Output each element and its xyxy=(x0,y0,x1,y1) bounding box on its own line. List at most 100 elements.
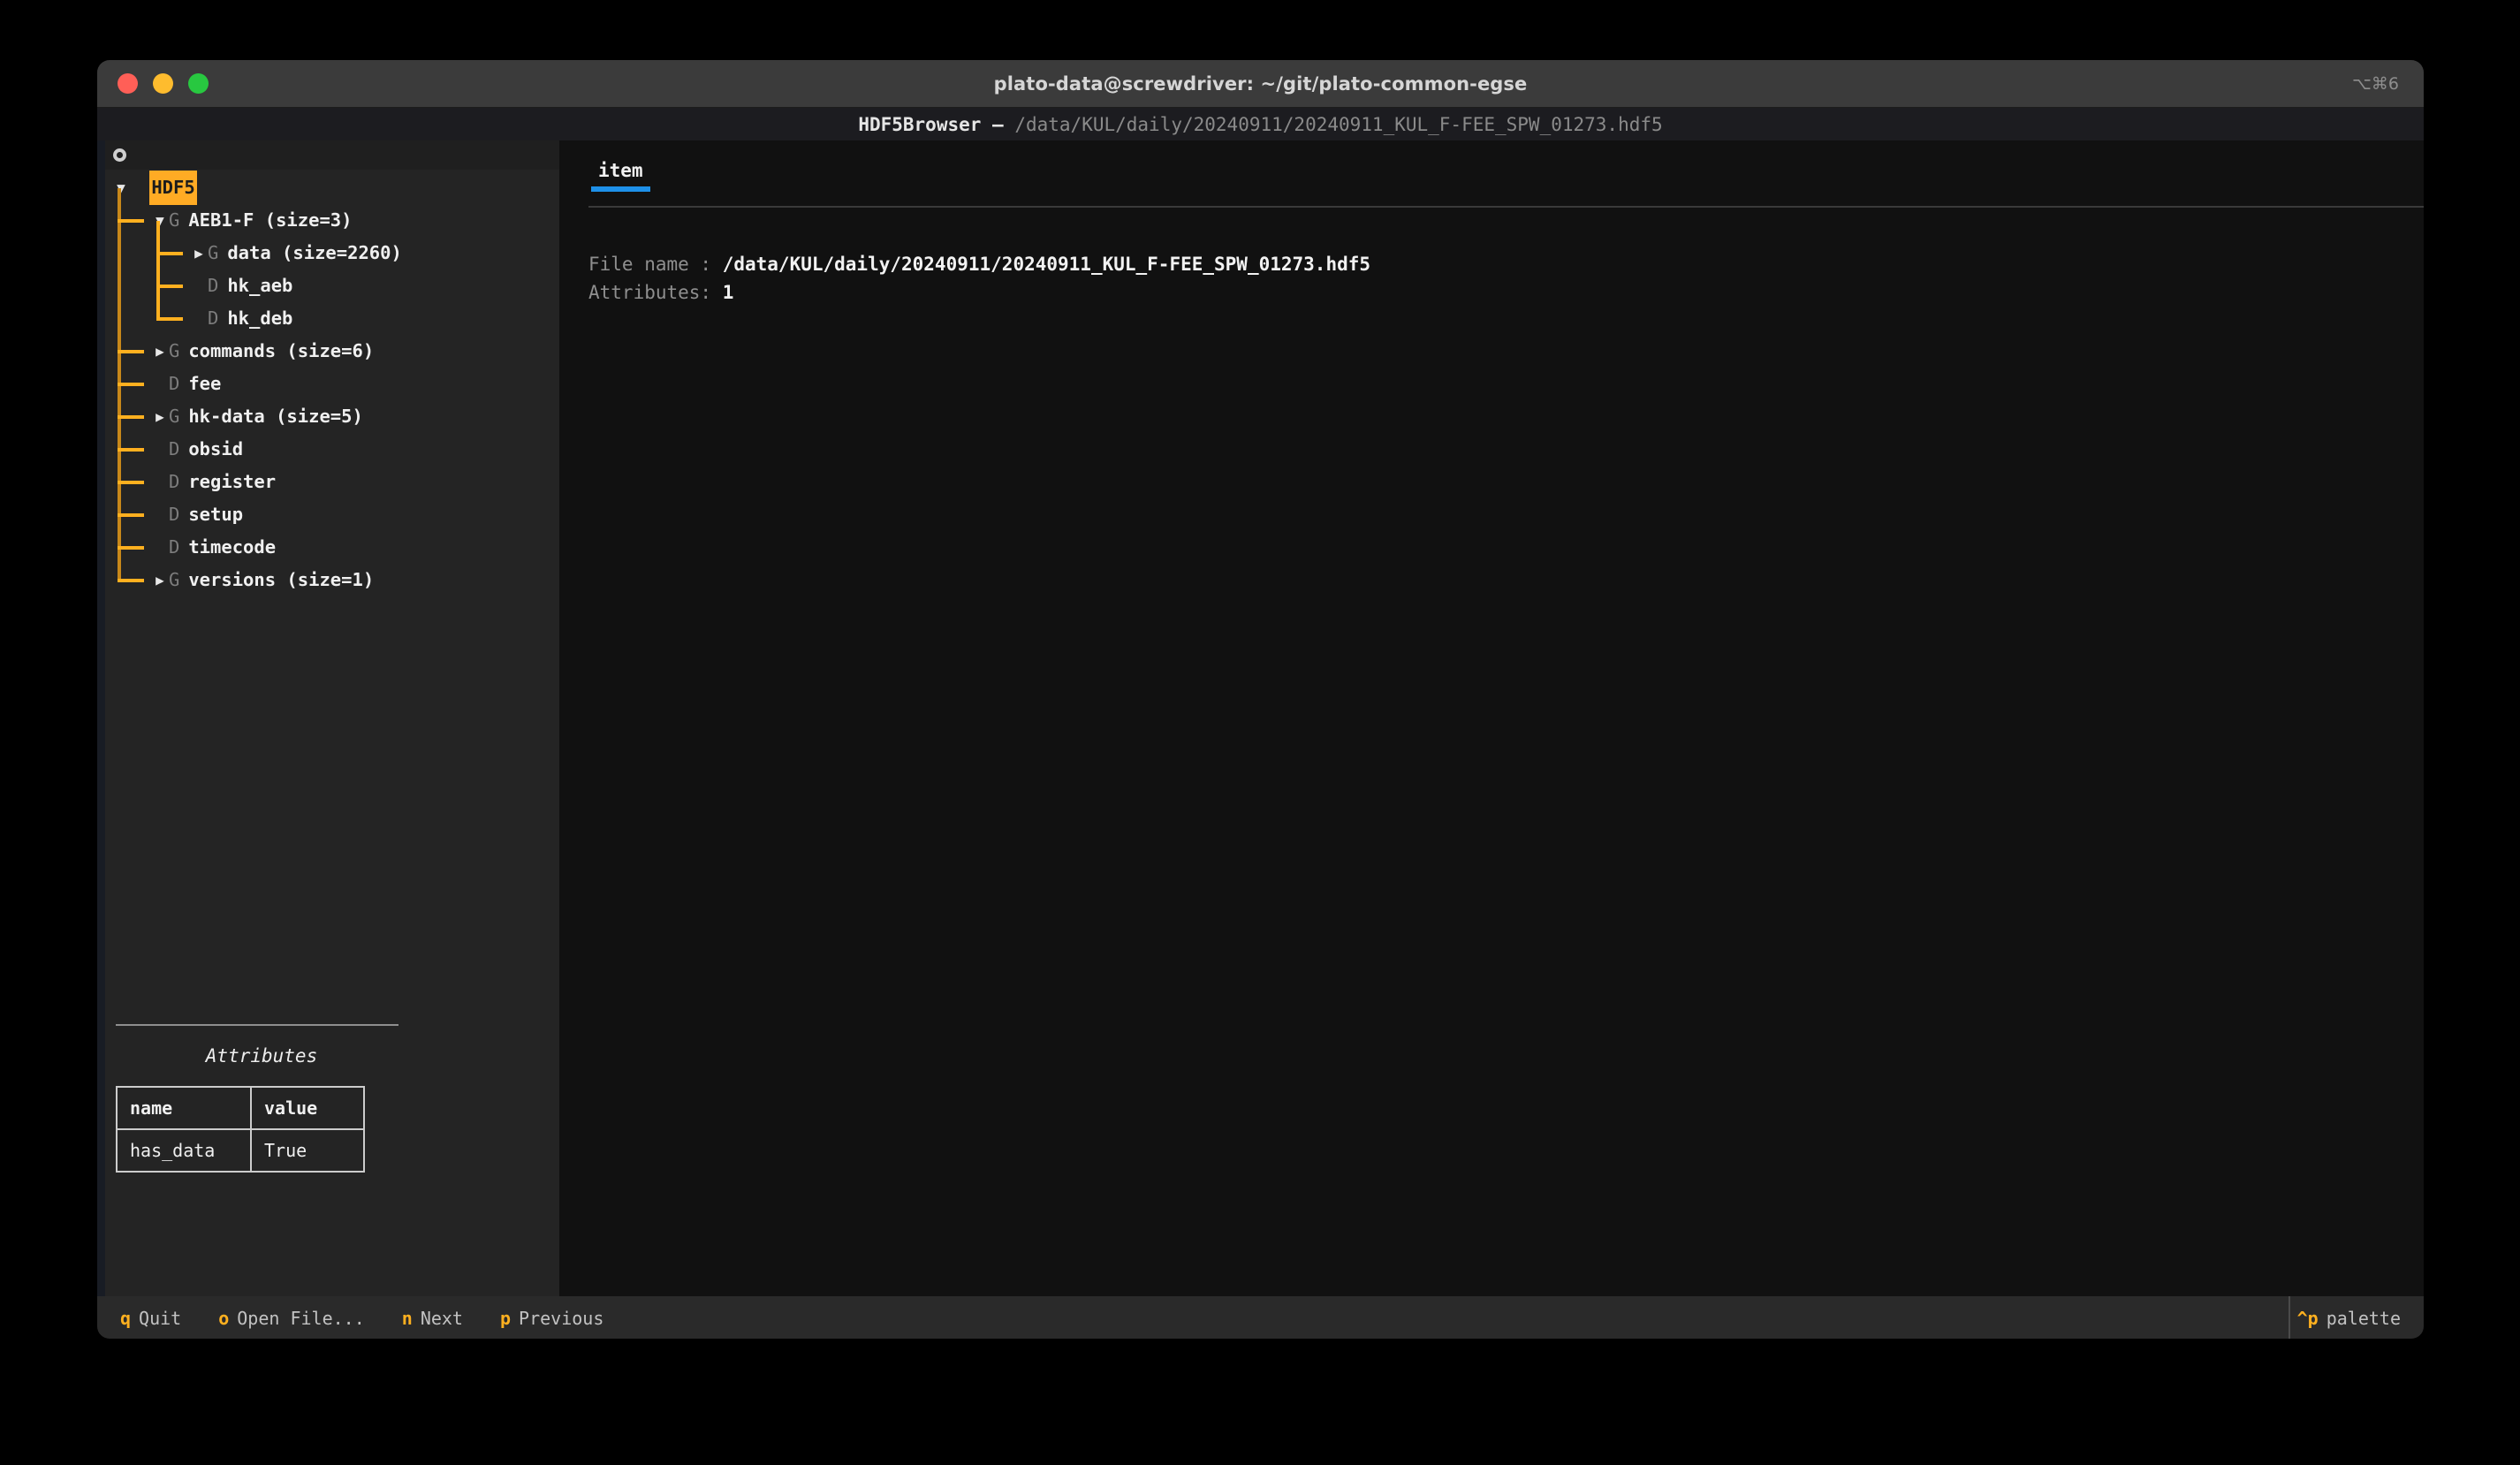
group-kind-icon: G xyxy=(169,406,180,427)
attributes-header-row: name value xyxy=(116,1086,365,1130)
footer-binding-quit[interactable]: q Quit xyxy=(113,1308,188,1329)
dataset-kind-icon: D xyxy=(169,504,180,525)
tree-pane[interactable]: ▼XHDF5▼GAEB1-F (size=3)▶Gdata (size=2260… xyxy=(97,140,559,1296)
tree-guide-horizontal xyxy=(118,579,144,582)
tree-guide-horizontal xyxy=(118,546,144,550)
minimize-button[interactable] xyxy=(153,73,173,94)
chevron-placeholder-icon: ▶ xyxy=(151,466,169,498)
footer-binding-label: Next xyxy=(420,1307,463,1329)
tree-node-versions[interactable]: ▶ Gversions (size=1) xyxy=(105,564,559,596)
attributes-title: Attributes xyxy=(205,1045,318,1066)
zoom-button[interactable] xyxy=(188,73,209,94)
app-body: HDF5Browser — /data/KUL/daily/20240911/2… xyxy=(97,108,2424,1339)
terminal-window: plato-data@screwdriver: ~/git/plato-comm… xyxy=(97,60,2424,1339)
tree-guide-horizontal xyxy=(156,317,183,321)
tree-node-setup[interactable]: ▶Dsetup xyxy=(105,498,559,531)
footer-binding-label: palette xyxy=(2326,1307,2401,1329)
attributes-col-name: name xyxy=(116,1086,252,1130)
attributes-divider xyxy=(116,1024,398,1026)
app-file-path: /data/KUL/daily/20240911/20240911_KUL_F-… xyxy=(1014,113,1663,135)
tree-node-obsid[interactable]: ▶Dobsid xyxy=(105,433,559,466)
footer-binding-openfile[interactable]: o Open File... xyxy=(211,1308,372,1329)
tree-node-timecode[interactable]: ▶Dtimecode xyxy=(105,531,559,564)
tree-node-label: register xyxy=(188,471,277,492)
chevron-down-icon[interactable]: ▼ xyxy=(151,204,169,237)
attribute-name: has_data xyxy=(116,1129,252,1173)
tab-item[interactable]: item xyxy=(591,160,650,192)
window-title: plato-data@screwdriver: ~/git/plato-comm… xyxy=(993,72,1528,95)
tree-node-label: AEB1-F (size=3) xyxy=(188,209,353,231)
footer-binding-key: ^p xyxy=(2296,1307,2319,1329)
dataset-kind-icon: D xyxy=(169,373,180,394)
window-shortcut-hint: ⌥⌘6 xyxy=(2352,73,2399,94)
tree-guide-horizontal xyxy=(118,415,144,419)
chevron-placeholder-icon: ▶ xyxy=(151,368,169,400)
tree-scrollbar-thumb[interactable] xyxy=(97,140,105,441)
detail-value: /data/KUL/daily/20240911/20240911_KUL_F-… xyxy=(722,254,1371,275)
tree-node-label: setup xyxy=(188,504,244,525)
tabbar: item xyxy=(588,140,2424,208)
footer-binding-previous[interactable]: p Previous xyxy=(493,1308,611,1329)
detail-key: File name : xyxy=(588,254,723,275)
attributes-col-value: value xyxy=(250,1086,365,1130)
chevron-right-icon[interactable]: ▶ xyxy=(151,335,169,368)
dataset-kind-icon: D xyxy=(169,536,180,558)
footer-binding-label: Previous xyxy=(519,1307,604,1329)
chevron-placeholder-icon: ▶ xyxy=(151,498,169,531)
tree-node-label: hk-data (size=5) xyxy=(188,406,363,427)
tree-node-label: commands (size=6) xyxy=(188,340,375,361)
detail-key: Attributes: xyxy=(588,282,723,303)
attribute-value: True xyxy=(250,1129,365,1173)
footer-binding-key: p xyxy=(499,1307,512,1329)
tree-toolbar xyxy=(105,140,559,170)
tree-node-register[interactable]: ▶Dregister xyxy=(105,466,559,498)
tree-node-hdf5[interactable]: ▼XHDF5 xyxy=(105,171,559,205)
dataset-kind-icon: D xyxy=(169,471,180,492)
attributes-body: has_data True xyxy=(116,1129,365,1173)
tree-node-aeb1-f[interactable]: ▼G AEB1-F (size=3) xyxy=(105,204,559,237)
table-row[interactable]: has_data True xyxy=(116,1129,365,1173)
detail-value: 1 xyxy=(722,282,734,303)
chevron-down-icon[interactable]: ▼ xyxy=(112,171,130,204)
attributes-panel: Attributes name value has_data True xyxy=(105,1024,559,1173)
tree-guide-horizontal xyxy=(156,285,183,288)
chevron-right-icon[interactable]: ▶ xyxy=(151,564,169,596)
footer-bar: q Quit o Open File... n Next p Previous ^p palet… xyxy=(97,1296,2424,1339)
chevron-placeholder-icon: ▶ xyxy=(151,531,169,564)
footer-binding-key: n xyxy=(401,1307,413,1329)
app-name: HDF5Browser xyxy=(858,113,982,135)
footer-right-bindings: ^p palette xyxy=(2288,1296,2424,1339)
detail-row: File name : /data/KUL/daily/20240911/202… xyxy=(588,250,2424,278)
tree-guide-horizontal xyxy=(118,448,144,452)
dataset-kind-icon: D xyxy=(208,275,219,296)
detail-row: Attributes: 1 xyxy=(588,278,2424,307)
chevron-right-icon[interactable]: ▶ xyxy=(190,237,208,269)
tree-node-label: versions (size=1) xyxy=(188,569,375,590)
close-button[interactable] xyxy=(118,73,138,94)
hdf5-tree[interactable]: ▼XHDF5▼GAEB1-F (size=3)▶Gdata (size=2260… xyxy=(105,170,559,596)
chevron-placeholder-icon: ▶ xyxy=(151,433,169,466)
dataset-kind-icon: D xyxy=(169,438,180,459)
dataset-kind-icon: D xyxy=(208,307,219,329)
footer-binding-palette[interactable]: ^p palette xyxy=(2290,1308,2408,1329)
tree-node-hk-data[interactable]: ▶ Ghk-data (size=5) xyxy=(105,400,559,433)
chevron-right-icon[interactable]: ▶ xyxy=(151,400,169,433)
item-detail-list: File name : /data/KUL/daily/20240911/202… xyxy=(588,208,2424,307)
tree-node-label: hk_deb xyxy=(227,307,293,329)
tree-node-commands[interactable]: ▶ Gcommands (size=6) xyxy=(105,335,559,368)
app-header-separator: — xyxy=(981,113,1015,135)
tree-node-fee[interactable]: ▶Dfee xyxy=(105,368,559,400)
attributes-table: name value has_data True xyxy=(116,1086,365,1173)
chevron-placeholder-icon: ▶ xyxy=(190,302,208,335)
group-kind-icon: G xyxy=(169,340,180,361)
tree-node-label: obsid xyxy=(188,438,244,459)
tree-node-label: timecode xyxy=(188,536,277,558)
tree-guide-horizontal xyxy=(118,383,144,386)
footer-binding-label: Quit xyxy=(139,1307,182,1329)
tree-guide-vertical xyxy=(156,221,160,321)
group-kind-icon: G xyxy=(169,209,180,231)
app-header: HDF5Browser — /data/KUL/daily/20240911/2… xyxy=(97,108,2424,140)
loading-ring-icon xyxy=(113,148,126,162)
tree-node-label: HDF5 xyxy=(149,171,197,205)
footer-binding-next[interactable]: n Next xyxy=(395,1308,470,1329)
